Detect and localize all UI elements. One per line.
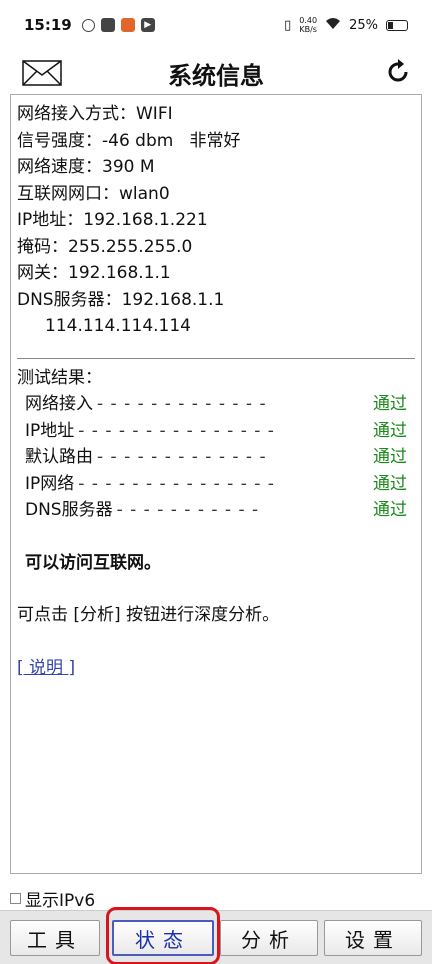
net-speed: 0.40 KB/s (299, 16, 318, 34)
result-dots: - - - - - - - - - - - (116, 500, 260, 520)
status-time: 15:19 (24, 16, 72, 34)
show-ipv6-label: 显示IPv6 (25, 891, 96, 911)
result-dots: - - - - - - - - - - - - - - - (78, 473, 275, 494)
result-label: 网络接入 (25, 394, 93, 414)
signal-strength: 信号强度：-46 dbm 非常好 (17, 130, 241, 151)
status-right: ▯ 0.40 KB/s 25% (284, 16, 408, 34)
vibrate-icon: ▯ (284, 17, 292, 33)
result-label: IP网络 (25, 473, 75, 494)
result-status: 通过 (373, 420, 407, 441)
result-label: 默认路由 (25, 447, 93, 467)
divider (17, 357, 415, 359)
settings-button[interactable]: 设置 (324, 920, 422, 956)
result-dots: - - - - - - - - - - - - - (97, 394, 267, 414)
app-header: 系统信息 (0, 52, 432, 92)
app-notification-icon (81, 18, 95, 32)
help-link[interactable]: [ 说明 ] (17, 655, 415, 682)
result-label: DNS服务器 (25, 500, 113, 520)
play-notification-icon: ▶ (140, 18, 155, 32)
show-ipv6-checkbox[interactable] (10, 893, 21, 904)
info-panel: 网络接入方式：WIFI 信号强度：-46 dbm 非常好 网络速度：390 M … (10, 94, 422, 874)
result-dots: - - - - - - - - - - - - - - - (78, 420, 275, 441)
notification-icons: ▶ (81, 18, 155, 32)
battery-percent: 25% (349, 17, 378, 33)
tools-button[interactable]: 工具 (10, 920, 100, 956)
page-title: 系统信息 (168, 62, 264, 90)
result-status: 通过 (373, 447, 407, 467)
annotation-highlight (106, 907, 220, 964)
results-heading: 测试结果： (17, 367, 102, 388)
ip-address: IP地址：192.168.1.221 (17, 210, 208, 230)
access-mode: 网络接入方式：WIFI (17, 104, 173, 124)
result-row: 网络接入 - - - - - - - - - - - - - 通过 (17, 391, 415, 418)
network-speed: 网络速度：390 M (17, 157, 155, 177)
wifi-icon (325, 17, 341, 34)
analyze-button[interactable]: 分析 (220, 920, 318, 956)
dns-server-secondary: 114.114.114.114 (45, 316, 192, 336)
status-bar: 15:19 ▶ ▯ 0.40 KB/s 25% (0, 0, 432, 50)
result-row: 默认路由 - - - - - - - - - - - - - 通过 (17, 444, 415, 471)
show-ipv6-option[interactable]: 显示IPv6 (10, 886, 95, 911)
subnet-mask: 掩码：255.255.255.0 (17, 236, 193, 257)
result-status: 通过 (373, 473, 407, 494)
dns-server: DNS服务器：192.168.1.1 (17, 289, 225, 310)
result-dots: - - - - - - - - - - - - - (97, 447, 267, 467)
result-row: DNS服务器 - - - - - - - - - - - 通过 (17, 497, 415, 524)
mail-notification-icon (100, 18, 115, 32)
analysis-hint: 可点击 [分析] 按钮进行深度分析。 (17, 605, 280, 625)
gateway: 网关：192.168.1.1 (17, 263, 171, 283)
result-status: 通过 (373, 394, 407, 414)
network-interface: 互联网网口：wlan0 (17, 183, 170, 204)
refresh-icon[interactable] (386, 58, 410, 84)
result-label: IP地址 (25, 420, 75, 441)
result-summary: 可以访问互联网。 (25, 552, 161, 573)
result-row: IP网络 - - - - - - - - - - - - - - - 通过 (17, 471, 415, 498)
battery-icon (386, 19, 408, 31)
result-status: 通过 (373, 500, 407, 520)
result-row: IP地址 - - - - - - - - - - - - - - - 通过 (17, 418, 415, 445)
shop-notification-icon (120, 18, 135, 32)
